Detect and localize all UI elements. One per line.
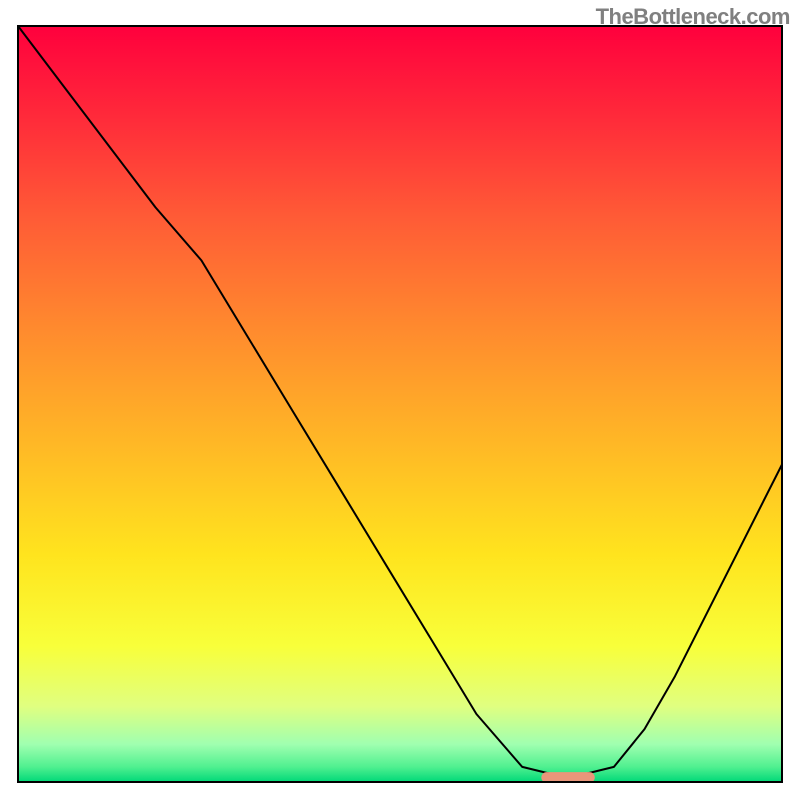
watermark-text: TheBottleneck.com bbox=[596, 4, 790, 30]
chart-frame: TheBottleneck.com bbox=[0, 0, 800, 800]
plot-background bbox=[18, 26, 782, 782]
chart-svg bbox=[0, 0, 800, 800]
